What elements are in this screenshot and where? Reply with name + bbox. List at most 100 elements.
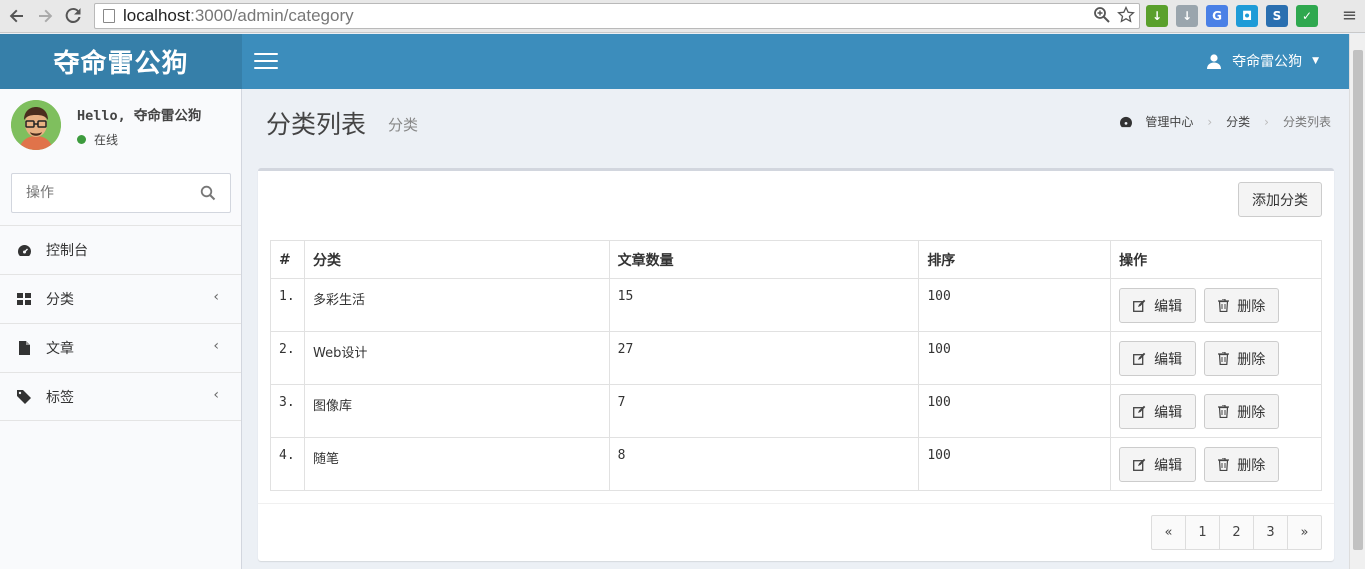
reload-icon[interactable] (62, 5, 84, 27)
row-actions: 编辑 删除 (1110, 331, 1322, 385)
search-input[interactable] (26, 174, 196, 212)
sidebar-item-label: 控制台 (46, 243, 88, 259)
delete-button[interactable]: 删除 (1204, 447, 1280, 482)
article-count: 8 (608, 437, 920, 491)
url-text[interactable]: localhost:3000/admin/category (123, 6, 354, 26)
breadcrumb-current: 分类列表 (1282, 115, 1331, 129)
caret-down-icon: ▼ (1312, 56, 1319, 66)
logo[interactable]: 夺命雷公狗 (0, 34, 242, 89)
grid-icon (16, 293, 32, 305)
edit-button[interactable]: 编辑 (1119, 394, 1197, 429)
browser-menu-icon[interactable]: ≡ (1342, 5, 1357, 26)
sidebar: Hello, 夺命雷公狗 在线 控制台 分类 ‹ (0, 89, 242, 569)
forward-icon[interactable] (34, 5, 56, 27)
dashboard-icon (16, 244, 32, 257)
status-text: 在线 (94, 133, 119, 147)
column-header: 操作 (1110, 240, 1322, 279)
shield-icon[interactable]: ✓ (1296, 5, 1318, 27)
sidebar-menu: 控制台 分类 ‹ 文章 ‹ 标签 ‹ (0, 225, 241, 421)
trash-icon (1218, 352, 1230, 365)
page-2[interactable]: 2 (1219, 515, 1254, 550)
table-row: 2. Web设计 27 100 编辑 删除 (270, 331, 1322, 385)
row-actions: 编辑 删除 (1110, 384, 1322, 438)
user-panel: Hello, 夺命雷公狗 在线 (0, 89, 241, 159)
chevron-left-icon: ‹ (213, 387, 219, 403)
edit-icon (1133, 352, 1146, 365)
column-header: # (270, 240, 305, 279)
page-icon (103, 9, 115, 23)
page-1[interactable]: 1 (1185, 515, 1220, 550)
edit-button[interactable]: 编辑 (1119, 447, 1197, 482)
edit-button[interactable]: 编辑 (1119, 288, 1197, 323)
sidebar-search (11, 173, 231, 213)
sidebar-item-category[interactable]: 分类 ‹ (0, 274, 241, 323)
sort-order: 100 (918, 437, 1112, 491)
sort-order: 100 (918, 278, 1112, 332)
row-index: 3. (270, 384, 305, 438)
page-subtitle: 分类 (388, 116, 419, 134)
column-header: 分类 (303, 240, 610, 279)
breadcrumb-category[interactable]: 分类 (1226, 113, 1250, 130)
sidebar-item-article[interactable]: 文章 ‹ (0, 323, 241, 372)
download-arrow-icon[interactable]: ↓ (1146, 5, 1168, 27)
row-index: 1. (270, 278, 305, 332)
pagination: « 1 2 3 » (1151, 515, 1322, 550)
sidebar-item-dashboard[interactable]: 控制台 (0, 225, 241, 274)
bookmark-star-icon[interactable] (1117, 5, 1135, 28)
content-header: 分类列表 分类 管理中心 › 分类 › 分类列表 (242, 89, 1349, 149)
user-icon (1207, 54, 1222, 69)
article-count: 27 (608, 331, 920, 385)
page-scrollbar[interactable] (1349, 34, 1365, 569)
category-box: 添加分类 # 分类 文章数量 排序 操作 1. 多彩生活 15 100 编辑 删… (258, 168, 1334, 561)
download-gray-icon[interactable]: ↓ (1176, 5, 1198, 27)
add-category-button[interactable]: 添加分类 (1238, 182, 1322, 217)
delete-button[interactable]: 删除 (1204, 341, 1280, 376)
sidebar-toggle-icon[interactable] (254, 53, 278, 71)
edit-icon (1133, 299, 1146, 312)
breadcrumb: 管理中心 › 分类 › 分类列表 (1119, 113, 1331, 130)
table-row: 4. 随笔 8 100 编辑 删除 (270, 437, 1322, 491)
table-row: 1. 多彩生活 15 100 编辑 删除 (270, 278, 1322, 332)
page-prev[interactable]: « (1151, 515, 1186, 550)
delete-button[interactable]: 删除 (1204, 394, 1280, 429)
tag-icon (16, 389, 32, 404)
user-name: 夺命雷公狗 (1232, 54, 1303, 70)
row-actions: 编辑 删除 (1110, 437, 1322, 491)
edit-button[interactable]: 编辑 (1119, 341, 1197, 376)
browser-toolbar: localhost:3000/admin/category ↓ ↓ G ◘ S … (0, 0, 1365, 33)
dashboard-icon (1120, 116, 1133, 127)
user-greeting: Hello, 夺命雷公狗 (77, 108, 202, 124)
box-footer: « 1 2 3 » (258, 503, 1334, 561)
s-extension-icon[interactable]: S (1266, 5, 1288, 27)
address-bar[interactable]: localhost:3000/admin/category (94, 3, 1140, 29)
chevron-left-icon: ‹ (213, 338, 219, 354)
page-next[interactable]: » (1287, 515, 1322, 550)
sidebar-item-label: 分类 (46, 292, 74, 308)
column-header: 文章数量 (608, 240, 920, 279)
page-3[interactable]: 3 (1253, 515, 1288, 550)
search-icon[interactable] (200, 185, 216, 205)
category-name: 图像库 (303, 384, 610, 438)
sidebar-item-label: 标签 (46, 389, 74, 406)
back-icon[interactable] (6, 5, 28, 27)
zoom-icon[interactable] (1093, 6, 1111, 28)
row-index: 4. (270, 437, 305, 491)
chevron-left-icon: ‹ (213, 289, 219, 305)
category-name: 随笔 (303, 437, 610, 491)
translate-icon[interactable]: G (1206, 5, 1228, 27)
edit-icon (1133, 458, 1146, 471)
row-index: 2. (270, 331, 305, 385)
page-title: 分类列表 (266, 110, 367, 139)
top-navbar: 夺命雷公狗 ▼ (242, 34, 1349, 89)
sort-order: 100 (918, 331, 1112, 385)
table-header-row: # 分类 文章数量 排序 操作 (270, 240, 1322, 279)
edit-icon (1133, 405, 1146, 418)
screenshot-icon[interactable]: ◘ (1236, 5, 1258, 27)
breadcrumb-home[interactable]: 管理中心 (1145, 113, 1193, 130)
delete-button[interactable]: 删除 (1204, 288, 1280, 323)
category-name: Web设计 (303, 331, 610, 385)
user-menu[interactable]: 夺命雷公狗 ▼ (1206, 51, 1319, 71)
file-icon (16, 341, 32, 355)
sidebar-item-tag[interactable]: 标签 ‹ (0, 372, 241, 421)
category-table: # 分类 文章数量 排序 操作 1. 多彩生活 15 100 编辑 删除 2. … (270, 240, 1322, 491)
